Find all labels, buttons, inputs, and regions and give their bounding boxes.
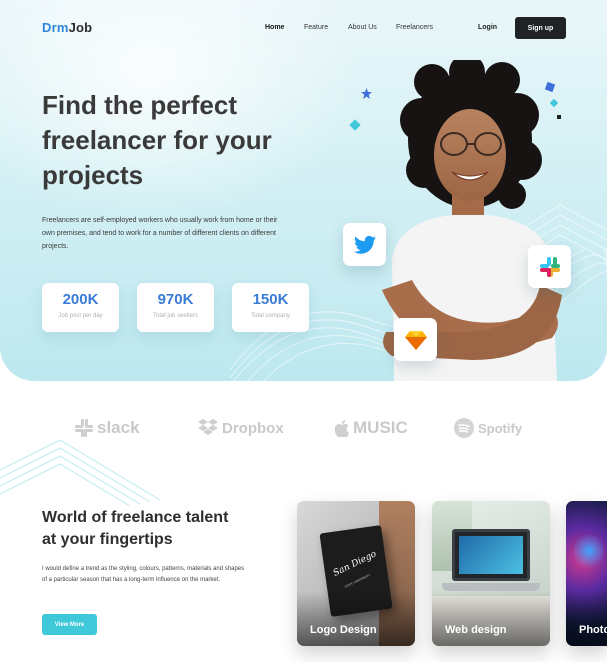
card-shade bbox=[297, 591, 415, 646]
logo[interactable]: DrmJob bbox=[42, 20, 92, 35]
brand-dropbox: Dropbox bbox=[198, 414, 284, 442]
nav-item-freelancers[interactable]: Freelancers bbox=[396, 24, 433, 31]
slack-icon bbox=[539, 256, 560, 277]
nav-item-home[interactable]: Home bbox=[265, 24, 284, 31]
stat-card-companies: 150K Total company bbox=[232, 283, 309, 332]
nav-item-about-us[interactable]: About Us bbox=[348, 24, 377, 31]
page: DrmJob Home Feature About Us Freelancers… bbox=[0, 0, 607, 662]
sketch-badge bbox=[394, 318, 437, 361]
brand-apple-music: MUSIC bbox=[335, 414, 408, 442]
logo-part-2: Job bbox=[68, 20, 93, 35]
headline-line-3: projects bbox=[42, 160, 144, 190]
signup-button[interactable]: Sign up bbox=[515, 17, 566, 39]
brand-label: MUSIC bbox=[353, 418, 408, 437]
card-shade bbox=[432, 591, 550, 646]
nav-item-feature[interactable]: Feature bbox=[304, 24, 328, 31]
hero-woman-image bbox=[382, 60, 562, 381]
stat-label: Total job seekers bbox=[152, 313, 199, 319]
brand-spotify: Spotify bbox=[454, 414, 522, 442]
talent-title-line-1: World of freelance talent bbox=[42, 509, 229, 526]
brand-label: Spotify bbox=[478, 420, 523, 436]
card-shade bbox=[566, 591, 607, 646]
card-label: Web design bbox=[445, 624, 507, 636]
headline-line-1: Find the perfect bbox=[42, 90, 238, 120]
stat-card-jobs: 200K Job post per day bbox=[42, 283, 119, 332]
category-card-logo-design[interactable]: San Diego STATE UNIVERSITY Logo Design bbox=[297, 501, 415, 646]
headline-line-2: freelancer for your bbox=[42, 125, 272, 155]
laptop-screen-content bbox=[459, 536, 523, 574]
twitter-icon bbox=[353, 235, 376, 254]
brand-label: Dropbox bbox=[222, 419, 284, 437]
stat-value: 200K bbox=[62, 291, 99, 308]
card-color-splash bbox=[574, 531, 604, 571]
spotify-logo-icon bbox=[454, 418, 474, 438]
slack-badge bbox=[528, 245, 571, 288]
sketch-icon bbox=[404, 330, 427, 350]
brand-label: slack bbox=[97, 418, 140, 437]
laptop-screen bbox=[452, 529, 530, 581]
hero-section: DrmJob Home Feature About Us Freelancers… bbox=[0, 0, 607, 381]
stat-card-seekers: 970K Total job seekers bbox=[137, 283, 214, 332]
category-card-web-design[interactable]: Web design bbox=[432, 501, 550, 646]
login-link[interactable]: Login bbox=[478, 24, 497, 31]
top-nav: DrmJob Home Feature About Us Freelancers… bbox=[42, 16, 566, 40]
talent-section-text: I would define a trend as the styling, c… bbox=[42, 566, 245, 583]
view-more-button[interactable]: View More bbox=[42, 614, 97, 635]
stat-value: 970K bbox=[157, 291, 194, 308]
slack-logo-icon bbox=[75, 419, 93, 437]
stat-value: 150K bbox=[252, 291, 289, 308]
apple-logo-icon bbox=[335, 419, 349, 437]
dropbox-logo-icon bbox=[198, 419, 218, 435]
dot-decoration bbox=[557, 115, 561, 119]
talent-title-line-2: at your fingertips bbox=[42, 531, 173, 548]
logo-part-1: Drm bbox=[42, 20, 69, 35]
stat-label: Total company bbox=[251, 313, 290, 319]
talent-section-title: World of freelance talent at your finger… bbox=[42, 507, 272, 551]
card-label: Photo bbox=[579, 624, 607, 636]
hero-headline: Find the perfect freelancer for your pro… bbox=[42, 88, 342, 193]
category-card-photo[interactable]: Photo bbox=[566, 501, 607, 646]
card-label: Logo Design bbox=[310, 624, 377, 636]
laptop-base bbox=[442, 583, 540, 591]
hero-description: Freelancers are self-employed workers wh… bbox=[42, 217, 278, 250]
stat-label: Job post per day bbox=[58, 313, 103, 319]
star-decoration-icon bbox=[361, 88, 372, 99]
brand-slack: slack bbox=[75, 414, 140, 442]
twitter-badge bbox=[343, 223, 386, 266]
